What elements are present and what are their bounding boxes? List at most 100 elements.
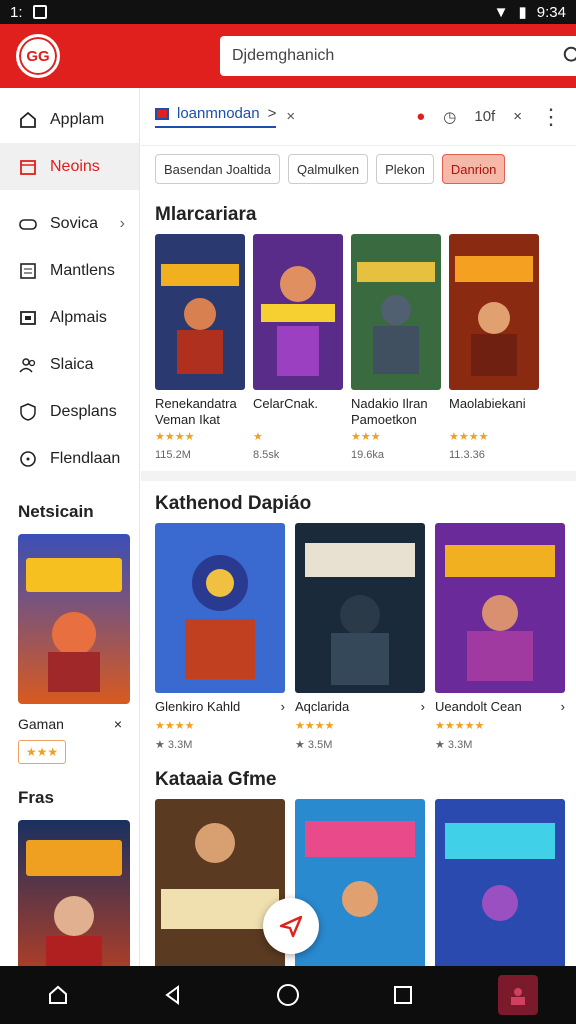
chevron-right-icon: >: [267, 105, 277, 122]
sidebar-game-card[interactable]: [18, 534, 130, 704]
sidebar-item-applam[interactable]: Applam: [0, 96, 139, 143]
star-rating: ★★★★: [155, 431, 195, 443]
nav-back-button[interactable]: [153, 975, 193, 1015]
sidebar-section-title: Netsicain: [18, 502, 94, 521]
card-title: Glenkiro Kahld: [155, 699, 241, 714]
rating-chip: ★★★: [18, 740, 66, 764]
clock-icon: ◷: [443, 108, 457, 126]
search-box[interactable]: [220, 36, 576, 76]
card-title: Ueandolt Cean: [435, 699, 522, 714]
search-input[interactable]: [232, 47, 562, 65]
nav-home-button[interactable]: [38, 975, 78, 1015]
section-kataaia: Kataaia Gfme: [141, 751, 576, 966]
more-icon[interactable]: ⋮: [540, 104, 562, 130]
sidebar-game-card[interactable]: [18, 820, 130, 990]
tab-label: loanmnodan: [177, 105, 260, 122]
star-rating: ★: [253, 431, 263, 443]
game-card[interactable]: Ueandolt Cean › ★★★★★ ★ 3.3M: [435, 523, 565, 751]
tab2-close-button[interactable]: ×: [513, 108, 522, 125]
sidebar-item-sovica[interactable]: Sovica ›: [0, 200, 139, 247]
game-cover-image: [18, 820, 130, 990]
sidebar-item-label: Slaica: [50, 355, 94, 373]
notification-bell-icon[interactable]: ●: [416, 108, 425, 125]
game-cover-image: [351, 234, 441, 390]
sidebar-item-flendlaan[interactable]: Flendlaan: [0, 435, 139, 482]
sidebar-item-label: Neoins: [50, 157, 100, 175]
nav-profile-button[interactable]: [498, 975, 539, 1015]
tab-active[interactable]: loanmnodan >: [155, 105, 277, 128]
nav-recents-button[interactable]: [383, 975, 423, 1015]
sidebar-card-label: Gaman: [18, 716, 64, 732]
back-icon: [165, 985, 179, 1005]
tab-secondary[interactable]: ● ◷ 10f × ⋮: [416, 104, 562, 130]
star-rating: ★★★★: [295, 720, 335, 732]
game-cover-image: [253, 234, 343, 390]
chip-danrion[interactable]: Danrion: [441, 154, 506, 184]
game-card[interactable]: Maolabiekani ★★★★ 11.3.36: [449, 234, 539, 461]
tab2-label: 10f: [474, 108, 496, 125]
chevron-right-icon: ›: [119, 214, 125, 232]
sidebar-item-label: Desplans: [50, 402, 117, 420]
sidebar-item-slaica[interactable]: Slaica: [0, 341, 139, 388]
app-bar: GG !: [0, 24, 576, 88]
card-title: Maolabiekani: [449, 396, 526, 411]
game-card[interactable]: Nadakio Ilran Pamoetkon ★★★ 19.6ka: [351, 234, 441, 461]
home-icon: [48, 985, 67, 1004]
list-icon: [18, 261, 38, 281]
game-cover-image: [155, 799, 285, 966]
main-content: loanmnodan > × ● ◷ 10f × ⋮ Basendan Joal…: [141, 88, 576, 966]
sidebar-item-desplans[interactable]: Desplans: [0, 388, 139, 435]
game-card[interactable]: Aqclarida › ★★★★ ★ 3.5M: [295, 523, 425, 751]
clock-icon: [18, 449, 38, 469]
star-rating: ★★★★: [449, 431, 489, 443]
sidebar-item-neoins[interactable]: Neoins: [0, 143, 139, 190]
chip-basendan[interactable]: Basendan Joaltida: [155, 154, 280, 184]
gamepad-icon: [18, 214, 38, 234]
card-meta: ★ 3.5M: [295, 739, 333, 751]
chip-plekon[interactable]: Plekon: [376, 154, 434, 184]
card-meta: ★ 3.3M: [435, 739, 473, 751]
chip-qalmulken[interactable]: Qalmulken: [287, 154, 369, 184]
chevron-right-icon: ›: [280, 699, 285, 714]
sidebar-item-label: Sovica: [50, 214, 99, 232]
game-card[interactable]: CelarCnak. ★ 8.5sk: [253, 234, 343, 461]
nav-circle-button[interactable]: [268, 975, 308, 1015]
game-card[interactable]: [435, 799, 565, 966]
sidebar-item-label: Mantlens: [50, 261, 115, 279]
game-cover-image: [435, 523, 565, 693]
search-icon[interactable]: [562, 45, 576, 67]
circle-icon: [276, 984, 299, 1006]
section-title: Kathenod Dapiáo: [155, 493, 312, 514]
chevron-right-icon: ›: [420, 699, 425, 714]
alert-button[interactable]: !: [549, 40, 558, 71]
star-rating: ★★★★★: [435, 720, 485, 732]
game-card[interactable]: Glenkiro Kahld › ★★★★ ★ 3.3M: [155, 523, 285, 751]
close-icon[interactable]: ×: [114, 716, 122, 732]
floating-action-button[interactable]: [263, 898, 319, 954]
paper-plane-icon: [279, 915, 303, 938]
card-meta: 8.5sk: [253, 449, 280, 461]
card-title: Nadakio Ilran Pamoetkon: [351, 396, 428, 427]
game-cover-image: [449, 234, 539, 390]
chevron-right-icon: ›: [560, 699, 565, 714]
game-cover-image: [155, 234, 245, 390]
battery-icon: ▮: [518, 4, 527, 21]
star-rating: ★★★★: [155, 720, 195, 732]
status-bar: 1: ▼ ▮ 9:34: [0, 0, 576, 24]
app-logo[interactable]: GG: [16, 34, 60, 78]
tab-bar: loanmnodan > × ● ◷ 10f × ⋮: [141, 88, 576, 146]
wallet-icon: [18, 308, 38, 328]
game-card[interactable]: Renekandatra Veman Ikat ★★★★ 115.2M: [155, 234, 245, 461]
tab-close-button[interactable]: ×: [286, 108, 295, 125]
sidebar-item-mantlens[interactable]: Mantlens: [0, 247, 139, 294]
home-icon: [18, 110, 38, 130]
card-meta: 19.6ka: [351, 449, 385, 461]
square-icon: [394, 986, 413, 1004]
game-cover-image: [155, 523, 285, 693]
game-card[interactable]: [155, 799, 285, 966]
sidebar-item-alpmais[interactable]: Alpmais: [0, 294, 139, 341]
notification-icon: [32, 5, 47, 19]
calendar-icon: [18, 157, 38, 177]
card-meta: ★ 3.3M: [155, 739, 193, 751]
sidebar-item-label: Applam: [50, 110, 105, 128]
